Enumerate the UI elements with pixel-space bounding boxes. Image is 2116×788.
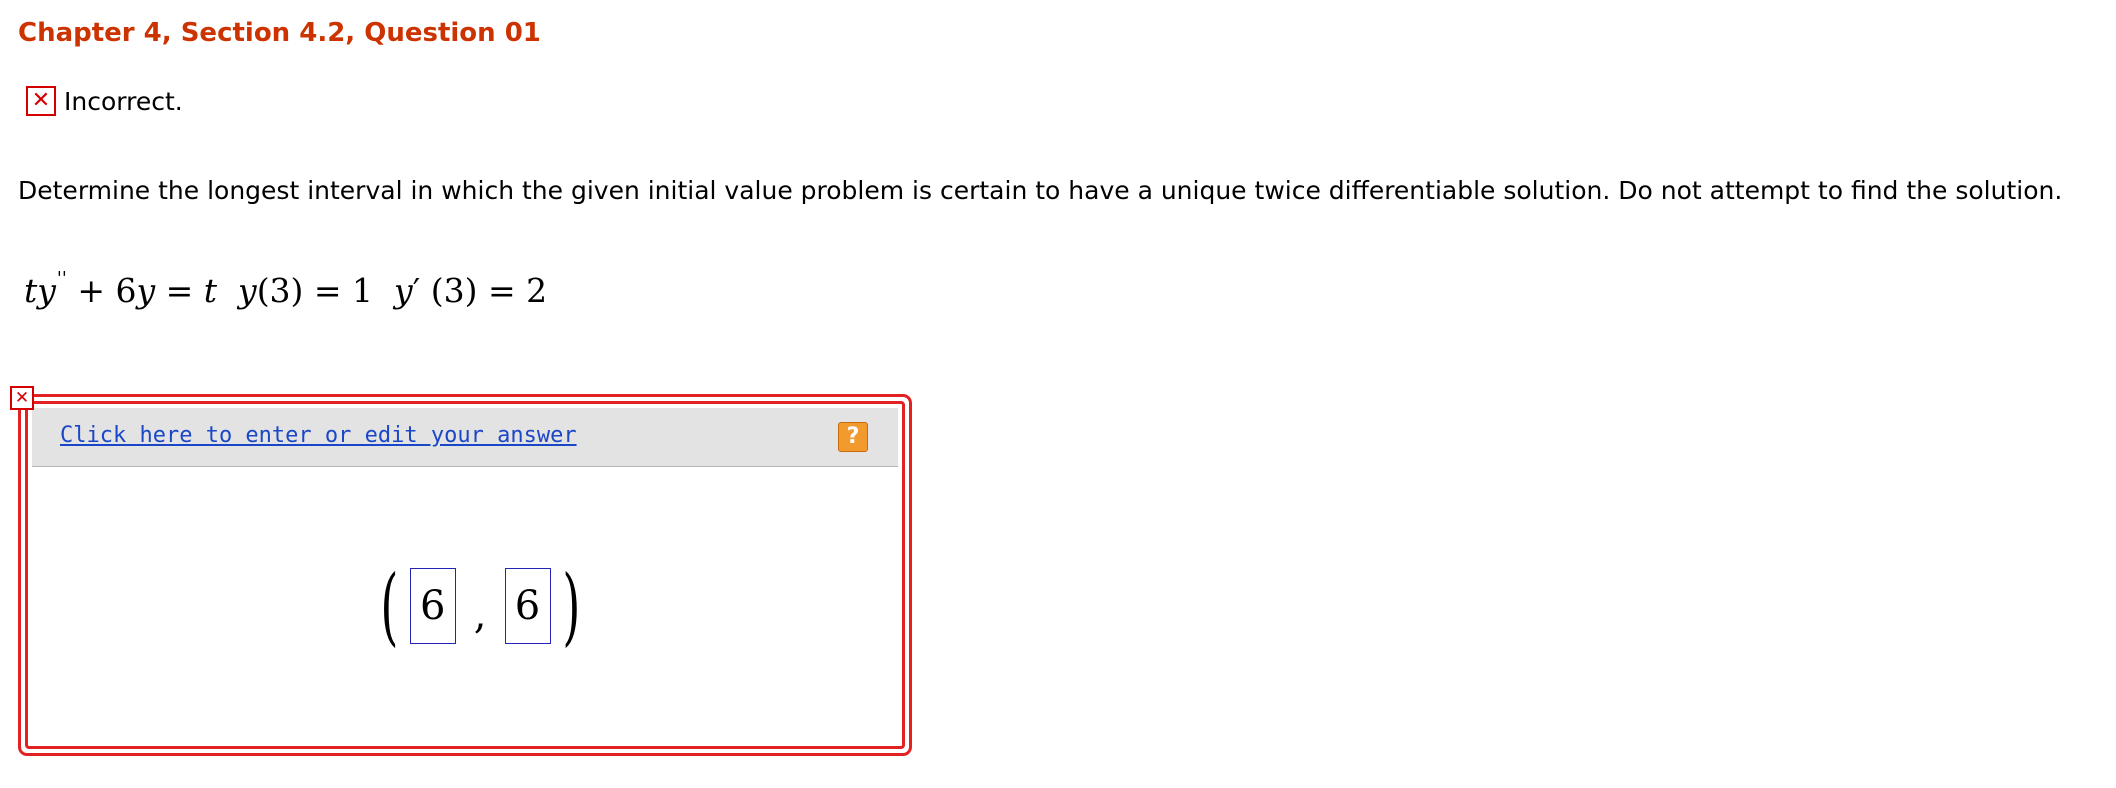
eq-plus-6: + 6 (77, 271, 137, 310)
page-title: Chapter 4, Section 4.2, Question 01 (18, 18, 541, 48)
question-text: Determine the longest interval in which … (18, 176, 2063, 205)
close-icon: ✕ (26, 86, 56, 116)
edit-answer-link[interactable]: Click here to enter or edit your answer (60, 423, 577, 448)
answer-header: Click here to enter or edit your answer … (32, 408, 898, 467)
help-icon[interactable]: ? (838, 422, 868, 452)
answer-panel-inner: Click here to enter or edit your answer … (25, 401, 905, 749)
ic2-rest: (3) = 2 (430, 271, 548, 310)
answer-panel: Click here to enter or edit your answer … (18, 394, 912, 756)
equation: ty'' + 6y = t y(3) = 1 y′ (3) = 2 (24, 268, 547, 310)
interval-right-field[interactable]: 6 (504, 568, 551, 644)
answer-incorrect-icon: ✕ (10, 386, 34, 410)
eq-rhs-t: t (203, 271, 218, 310)
interval-left-field[interactable]: 6 (409, 568, 456, 644)
ic1-y: y (238, 271, 257, 310)
interval-answer: ( 6 , 6 ) (373, 564, 587, 648)
eq-t: t (24, 271, 38, 310)
close-paren: ) (561, 557, 580, 655)
eq-double-prime: '' (56, 268, 67, 289)
ic2-prime: ′ (412, 271, 421, 310)
ic2-y: y (394, 271, 413, 310)
status-row: ✕ Incorrect. (26, 86, 183, 116)
eq-y: y (37, 271, 56, 310)
open-paren: ( (380, 557, 399, 655)
eq-equals: = (165, 271, 194, 310)
eq-y2: y (136, 271, 156, 310)
interval-separator: , (473, 592, 487, 638)
status-text: Incorrect. (64, 86, 183, 116)
ic1-rest: (3) = 1 (256, 271, 374, 310)
